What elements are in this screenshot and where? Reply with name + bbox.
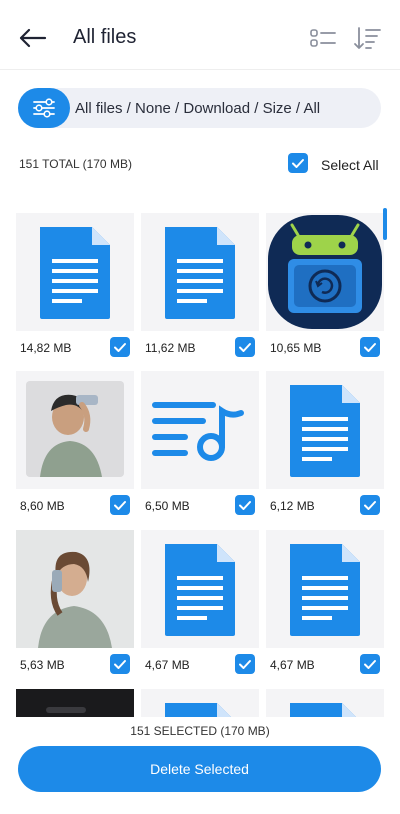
app-header: All files	[0, 0, 400, 70]
file-grid[interactable]: 14,82 MB 11,62 MB 10,65 MB 8,60 MB 6,50 …	[0, 205, 400, 717]
filter-sliders-icon[interactable]	[18, 88, 70, 128]
select-all-checkbox[interactable]	[288, 153, 308, 173]
file-checkbox[interactable]	[235, 654, 255, 674]
audio-icon	[141, 371, 259, 489]
file-tile[interactable]: 10,65 MB	[266, 213, 384, 361]
selected-count: 151 SELECTED (170 MB)	[130, 724, 270, 738]
file-checkbox[interactable]	[360, 495, 380, 515]
file-tile[interactable]: 4,67 MB	[141, 530, 259, 678]
file-size: 8,60 MB	[20, 499, 65, 513]
file-tile[interactable]: 14,82 MB	[16, 213, 134, 361]
file-checkbox[interactable]	[360, 654, 380, 674]
android-app-icon	[266, 213, 384, 331]
file-tile[interactable]	[16, 689, 134, 717]
document-icon	[266, 530, 384, 648]
document-icon	[266, 371, 384, 489]
file-size: 6,50 MB	[145, 499, 190, 513]
page-title: All files	[73, 26, 137, 48]
photo-thumbnail	[16, 530, 134, 648]
file-checkbox[interactable]	[110, 495, 130, 515]
document-icon	[141, 689, 259, 717]
file-tile[interactable]: 4,67 MB	[266, 530, 384, 678]
delete-selected-button[interactable]: Delete Selected	[18, 746, 381, 792]
file-tile[interactable]: 6,50 MB	[141, 371, 259, 519]
select-all-label: Select All	[321, 157, 379, 173]
back-arrow-icon[interactable]	[18, 24, 48, 52]
file-size: 10,65 MB	[270, 341, 322, 355]
document-icon	[16, 213, 134, 331]
total-count: 151 TOTAL (170 MB)	[19, 157, 132, 171]
file-size: 14,82 MB	[20, 341, 72, 355]
file-size: 4,67 MB	[145, 658, 190, 672]
filter-path: All files / None / Download / Size / All	[75, 100, 321, 117]
file-size: 5,63 MB	[20, 658, 65, 672]
file-checkbox[interactable]	[235, 495, 255, 515]
file-tile[interactable]: 5,63 MB	[16, 530, 134, 678]
filter-bar[interactable]: All files / None / Download / Size / All	[18, 88, 381, 128]
photo-thumbnail	[16, 689, 134, 717]
document-icon	[141, 213, 259, 331]
file-checkbox[interactable]	[110, 654, 130, 674]
file-checkbox[interactable]	[235, 337, 255, 357]
sort-icon[interactable]	[352, 24, 382, 52]
file-size: 6,12 MB	[270, 499, 315, 513]
file-tile[interactable]	[266, 689, 384, 717]
file-tile[interactable]: 11,62 MB	[141, 213, 259, 361]
file-size: 4,67 MB	[270, 658, 315, 672]
file-tile[interactable]: 6,12 MB	[266, 371, 384, 519]
list-view-icon[interactable]	[308, 24, 338, 52]
file-checkbox[interactable]	[360, 337, 380, 357]
photo-thumbnail	[16, 371, 134, 489]
document-icon	[266, 689, 384, 717]
scrollbar[interactable]	[383, 208, 387, 240]
file-tile[interactable]: 8,60 MB	[16, 371, 134, 519]
document-icon	[141, 530, 259, 648]
file-tile[interactable]	[141, 689, 259, 717]
file-size: 11,62 MB	[145, 341, 196, 355]
file-checkbox[interactable]	[110, 337, 130, 357]
